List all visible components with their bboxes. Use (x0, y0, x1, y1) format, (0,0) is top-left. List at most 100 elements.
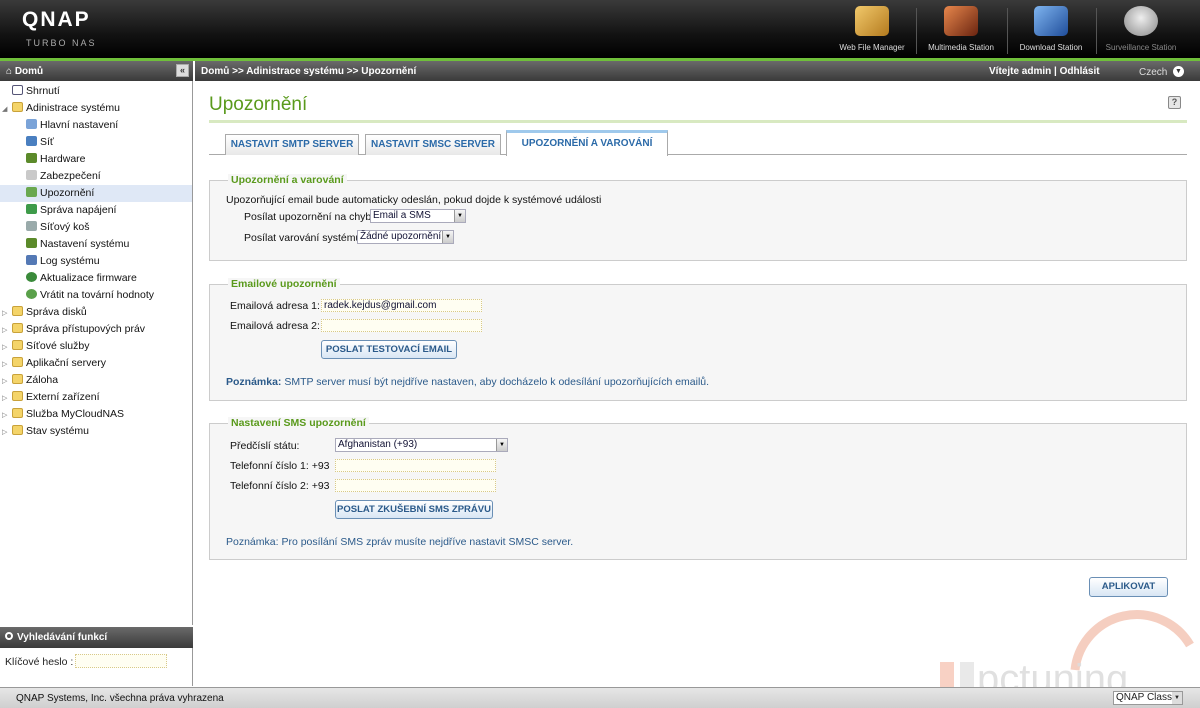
sidebar-item-label: Log systému (40, 255, 100, 267)
note-label: Poznámka: (226, 376, 282, 388)
sidebar-item-notifications[interactable]: Upozornění (0, 185, 192, 202)
welcome-logout[interactable]: Vítejte admin | Odhlásit (989, 66, 1100, 77)
sidebar-item-system-admin[interactable]: ◢ Adinistrace systému (2, 100, 120, 117)
bell-icon (26, 187, 37, 197)
app-label: Surveillance Station (1105, 43, 1177, 52)
send-test-sms-button[interactable]: POSLAT ZKUŠEBNÍ SMS ZPRÁVU (335, 500, 493, 519)
sidebar-item-label: Upozornění (40, 187, 95, 199)
chevron-down-icon: ▼ (454, 210, 465, 222)
help-icon[interactable]: ? (1168, 96, 1181, 109)
phone-number-1-input[interactable] (335, 459, 496, 472)
sidebar-tree: Shrnutí ◢ Adinistrace systému Hlavní nast… (0, 81, 193, 625)
folder-icon (12, 391, 23, 401)
title-divider (209, 120, 1187, 123)
sidebar-item-summary[interactable]: Shrnutí (12, 83, 60, 100)
sidebar-item-label: Nastavení systému (40, 238, 130, 250)
app-surveillance-station[interactable]: Surveillance Station (1097, 4, 1185, 54)
sidebar-item-label: Síťové služby (26, 340, 90, 352)
summary-icon (12, 85, 23, 95)
sidebar-item-general-settings[interactable]: Hlavní nastavení (26, 117, 118, 134)
collapsed-toggle-icon[interactable]: ▷ (2, 356, 12, 373)
sidebar-item-access-rights[interactable]: ▷ Správa přístupových práv (2, 321, 145, 338)
email-address-2-input[interactable] (321, 319, 482, 332)
sidebar-item-application-servers[interactable]: ▷ Aplikační servery (2, 355, 106, 372)
logo-subtitle: TURBO NAS (26, 38, 97, 48)
tab-bar: NASTAVIT SMTP SERVER NASTAVIT SMSC SERVE… (209, 130, 1187, 156)
tab-alerts-warnings[interactable]: UPOZORNĚNÍ A VAROVÁNÍ (506, 130, 668, 156)
sidebar-item-system-settings[interactable]: Nastavení systému (26, 236, 129, 253)
collapsed-toggle-icon[interactable]: ▷ (2, 373, 12, 390)
folder-open-icon (12, 102, 23, 112)
keyword-label: Klíčové heslo : (5, 656, 74, 668)
sidebar-item-network-services[interactable]: ▷ Síťové služby (2, 338, 89, 355)
app-web-file-manager[interactable]: Web File Manager (828, 4, 916, 54)
sidebar-item-power[interactable]: Správa napájení (26, 202, 116, 219)
search-icon (5, 632, 13, 640)
error-alert-label: Posílat upozornění na chyby: (244, 211, 380, 223)
home-link[interactable]: ⌂ Domů (6, 66, 43, 77)
sidebar-item-recycle-bin[interactable]: Síťový koš (26, 219, 89, 236)
language-label[interactable]: Czech (1139, 67, 1167, 78)
skin-value: QNAP Classic (1116, 692, 1180, 703)
folder-icon (12, 357, 23, 367)
send-test-email-button[interactable]: POSLAT TESTOVACÍ EMAIL (321, 340, 457, 359)
sidebar-item-external-devices[interactable]: ▷ Externí zařízení (2, 389, 100, 406)
sidebar-item-system-status[interactable]: ▷ Stav systému (2, 423, 89, 440)
function-search-panel: Klíčové heslo : (0, 648, 193, 686)
sidebar-item-firmware-update[interactable]: Aktualizace firmware (26, 270, 137, 287)
collapsed-toggle-icon[interactable]: ▷ (2, 424, 12, 441)
apply-button[interactable]: APLIKOVAT (1089, 577, 1168, 597)
skin-select[interactable]: QNAP Classic ▼ (1113, 691, 1183, 705)
sidebar-item-hardware[interactable]: Hardware (26, 151, 86, 168)
qnap-logo: QNAP (22, 8, 91, 31)
download-icon (1034, 6, 1068, 36)
tab-smtp-server[interactable]: NASTAVIT SMTP SERVER (225, 134, 359, 155)
chevron-down-icon: ▼ (442, 231, 453, 243)
app-label: Web File Manager (839, 43, 905, 52)
sms-legend: Nastavení SMS upozornění (228, 417, 369, 430)
error-alert-select[interactable]: Email a SMS ▼ (370, 209, 466, 223)
sidebar-item-mycloudnas[interactable]: ▷ Služba MyCloudNAS (2, 406, 124, 423)
app-header: QNAP TURBO NAS Web File Manager Multimed… (0, 0, 1200, 58)
chevron-down-icon[interactable]: ▼ (1173, 66, 1184, 77)
sidebar-item-factory-reset[interactable]: Vrátit na tovární hodnoty (26, 287, 154, 304)
sidebar-item-system-log[interactable]: Log systému (26, 253, 100, 270)
collapsed-toggle-icon[interactable]: ▷ (2, 390, 12, 407)
collapse-sidebar-button[interactable]: « (176, 64, 189, 77)
folder-icon (12, 374, 23, 384)
sidebar-item-label: Hlavní nastavení (40, 119, 119, 131)
alerts-section: Upozornění a varování Upozorňující email… (209, 174, 1187, 261)
collapsed-toggle-icon[interactable]: ▷ (2, 305, 12, 322)
system-warning-select[interactable]: Žádné upozornění ▼ (357, 230, 454, 244)
sidebar-item-label: Záloha (26, 374, 59, 386)
collapsed-toggle-icon[interactable]: ▷ (2, 407, 12, 424)
app-download-station[interactable]: Download Station (1007, 4, 1095, 54)
expanded-toggle-icon[interactable]: ◢ (2, 101, 12, 118)
sidebar-item-backup[interactable]: ▷ Záloha (2, 372, 58, 389)
folder-icon (12, 340, 23, 350)
phone-number-2-input[interactable] (335, 479, 496, 492)
collapsed-toggle-icon[interactable]: ▷ (2, 339, 12, 356)
app-multimedia-station[interactable]: Multimedia Station (917, 4, 1005, 54)
sidebar-item-label: Adinistrace systému (26, 102, 120, 114)
tab-smsc-server[interactable]: NASTAVIT SMSC SERVER (365, 134, 501, 155)
sidebar-item-security[interactable]: Zabezpečení (26, 168, 101, 185)
main-content: Upozornění ? NASTAVIT SMTP SERVER NASTAV… (195, 81, 1200, 687)
country-prefix-select[interactable]: Afghanistan (+93) ▼ (335, 438, 508, 452)
email-legend: Emailové upozornění (228, 278, 340, 291)
sidebar-item-disk-management[interactable]: ▷ Správa disků (2, 304, 87, 321)
sidebar-item-label: Aktualizace firmware (40, 272, 137, 284)
keyword-input[interactable] (75, 654, 167, 668)
phone-number-2-label: Telefonní číslo 2: +93 (230, 480, 330, 492)
sidebar-item-label: Vrátit na tovární hodnoty (40, 289, 155, 301)
sidebar-item-label: Síťový koš (40, 221, 90, 233)
sidebar-item-label: Správa napájení (40, 204, 117, 216)
power-icon (26, 204, 37, 214)
breadcrumb[interactable]: Domů >> Adinistrace systému >> Upozorněn… (201, 66, 416, 77)
chevron-down-icon: ▼ (1172, 692, 1182, 704)
email-address-1-input[interactable] (321, 299, 482, 312)
collapsed-toggle-icon[interactable]: ▷ (2, 322, 12, 339)
country-prefix-value: Afghanistan (+93) (338, 439, 418, 450)
folder-icon (12, 408, 23, 418)
sidebar-item-network[interactable]: Síť (26, 134, 54, 151)
